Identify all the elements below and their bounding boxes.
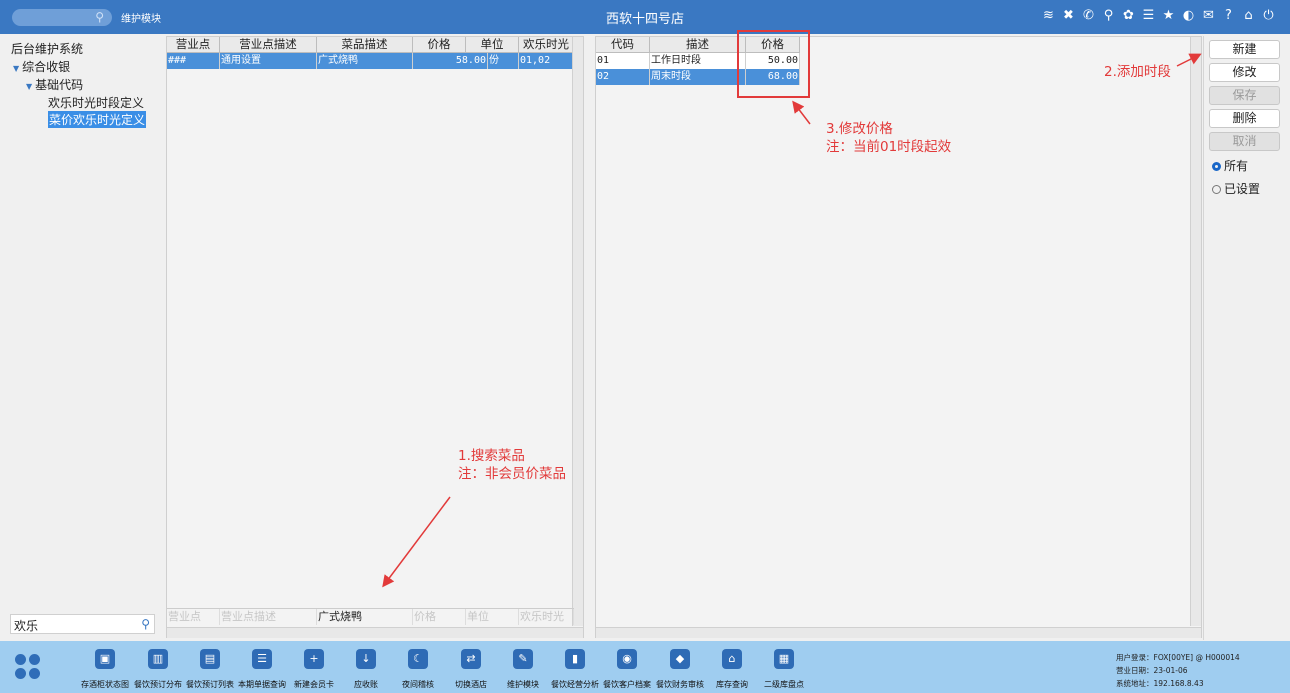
user-icon: ◆ [670,649,690,669]
phone-icon[interactable]: ✆ [1081,7,1096,25]
annotation-search: 1.搜索菜品 注：非会员价菜品 [458,448,566,482]
tools-icon[interactable]: ✖ [1061,7,1076,25]
clipboard-icon: ▤ [200,649,220,669]
taskbar-booking-distribution[interactable]: ▥ 餐饮预订分布 [130,649,186,690]
col-header[interactable]: 描述 [650,37,746,52]
tree-root[interactable]: 后台维护系统 [11,40,83,57]
top-toolbar: ≋ ✖ ✆ ⚲ ✿ ☰ ★ ◐ ✉ ? ⌂ ⏻ [1041,7,1276,25]
help-icon[interactable]: ? [1221,7,1236,25]
col-header[interactable]: 菜品描述 [317,37,413,52]
radio-selected-icon[interactable] [1212,162,1221,171]
annotation-add-period: 2.添加时段 [1104,64,1171,80]
taskbar-business-analysis[interactable]: ▮ 餐饮经营分析 [547,649,603,690]
home-icon[interactable]: ⌂ [1241,7,1256,25]
warehouse-icon: ⌂ [722,649,742,669]
action-panel: 新建 修改 保存 删除 取消 所有 已设置 [1203,36,1290,640]
search-user-icon[interactable]: ⚲ [1101,7,1116,25]
moon-icon: ☾ [408,649,428,669]
filter-point-input[interactable]: 营业点 [167,609,220,625]
col-header[interactable]: 代码 [596,37,650,52]
dish-filter-row: 营业点 营业点描述 广式烧鸭 价格 单位 欢乐时光 [167,608,574,625]
document-icon: ☰ [252,649,272,669]
inventory-icon: ▦ [774,649,794,669]
col-header[interactable]: 营业点描述 [220,37,317,52]
filter-happy-hour-input[interactable]: 欢乐时光 [519,609,574,625]
tree-node-cashier[interactable]: ▼ 综合收银 [13,58,70,75]
taskbar-customer-profiles[interactable]: ◉ 餐饮客户档案 [599,649,655,690]
wifi-icon[interactable]: ≋ [1041,7,1056,25]
horizontal-scrollbar[interactable] [167,627,583,638]
mail-icon[interactable]: ✉ [1201,7,1216,25]
swap-icon: ⇄ [461,649,481,669]
radio-all[interactable]: 所有 [1212,157,1248,174]
bar-chart-icon: ▮ [565,649,585,669]
taskbar-inventory-count[interactable]: ▦ 二级库盘点 [756,649,812,690]
plus-icon: + [304,649,324,669]
top-search-input[interactable]: ⚲ [12,9,112,26]
cancel-button[interactable]: 取消 [1209,132,1280,151]
app-logo-icon[interactable] [15,654,41,680]
tree-item-dish-happy-hour[interactable]: 菜价欢乐时光定义 [48,111,147,128]
power-icon[interactable]: ⏻ [1261,7,1276,25]
menu-icon[interactable]: ☰ [1141,7,1156,25]
horizontal-scrollbar[interactable] [596,627,1201,638]
taskbar-receivables[interactable]: ↓ 应收账 [338,649,394,690]
expand-arrow-icon[interactable]: ▼ [13,64,19,73]
price-highlight-box [737,30,810,98]
taskbar-finance-audit[interactable]: ◆ 餐饮财务审核 [652,649,708,690]
booking-chart-icon: ▥ [148,649,168,669]
taskbar-stock-query[interactable]: ⌂ 库存查询 [704,649,760,690]
taskbar-new-member-card[interactable]: + 新建会员卡 [286,649,342,690]
search-icon: ⚲ [95,10,104,24]
taskbar-switch-hotel[interactable]: ⇄ 切换酒店 [443,649,499,690]
filter-unit-input[interactable]: 单位 [466,609,519,625]
col-header[interactable]: 价格 [413,37,466,52]
moon-icon[interactable]: ◐ [1181,7,1196,25]
tree-node-basic-codes[interactable]: ▼ 基础代码 [26,76,83,93]
taskbar-booking-list[interactable]: ▤ 餐饮预订列表 [182,649,238,690]
search-icon[interactable]: ⚲ [141,617,150,631]
module-label: 维护模块 [121,14,161,25]
annotation-edit-price: 3.修改价格 注：当前01时段起效 [826,121,952,155]
vertical-scrollbar[interactable] [572,37,583,626]
taskbar-maintenance[interactable]: ✎ 维护模块 [495,649,551,690]
nav-tree: 后台维护系统 ▼ 综合收银 ▼ 基础代码 欢乐时光时段定义 菜价欢乐时光定义 [6,36,162,640]
save-button[interactable]: 保存 [1209,86,1280,105]
download-icon: ↓ [356,649,376,669]
star-icon[interactable]: ★ [1161,7,1176,25]
taskbar-bill-query[interactable]: ☰ 本期单据查询 [234,649,290,690]
cabinet-icon: ▣ [95,649,115,669]
system-info: 用户登录：FOX[00YE] @ H000014 营业日期：23-01-06 系… [1116,653,1240,688]
col-header[interactable]: 单位 [466,37,519,52]
delete-button[interactable]: 删除 [1209,109,1280,128]
radio-empty-icon[interactable] [1212,185,1221,194]
filter-point-desc-input[interactable]: 营业点描述 [220,609,317,625]
palette-icon[interactable]: ✿ [1121,7,1136,25]
col-header[interactable]: 营业点 [167,37,220,52]
vertical-scrollbar[interactable] [1190,37,1201,626]
col-header[interactable]: 欢乐时光 [519,37,574,52]
taskbar-night-audit[interactable]: ☾ 夜间稽核 [390,649,446,690]
title-bar: ⚲ 维护模块 西软十四号店 ≋ ✖ ✆ ⚲ ✿ ☰ ★ ◐ ✉ ? ⌂ ⏻ [0,0,1290,34]
tree-item-happy-hour-periods[interactable]: 欢乐时光时段定义 [48,94,144,111]
wrench-icon: ✎ [513,649,533,669]
expand-arrow-icon[interactable]: ▼ [26,82,32,91]
taskbar-wine-cabinet[interactable]: ▣ 存酒柜状态图 [77,649,133,690]
user-circle-icon: ◉ [617,649,637,669]
filter-dish-input[interactable]: 广式烧鸭 [317,609,413,625]
dish-grid-header: 营业点 营业点描述 菜品描述 价格 单位 欢乐时光 [167,37,574,53]
filter-price-input[interactable]: 价格 [413,609,466,625]
tree-search-input[interactable]: 欢乐 ⚲ [10,614,155,634]
new-button[interactable]: 新建 [1209,40,1280,59]
table-row[interactable]: ### 通用设置 广式烧鸭 58.00 份 01,02 [167,53,574,69]
edit-button[interactable]: 修改 [1209,63,1280,82]
bottom-taskbar: ▣ 存酒柜状态图 ▥ 餐饮预订分布 ▤ 餐饮预订列表 ☰ 本期单据查询 + 新建会员卡 ↓… [0,641,1290,693]
radio-configured[interactable]: 已设置 [1212,180,1260,197]
dish-grid: 营业点 营业点描述 菜品描述 价格 单位 欢乐时光 ### 通用设置 广式烧鸭 … [166,36,584,638]
